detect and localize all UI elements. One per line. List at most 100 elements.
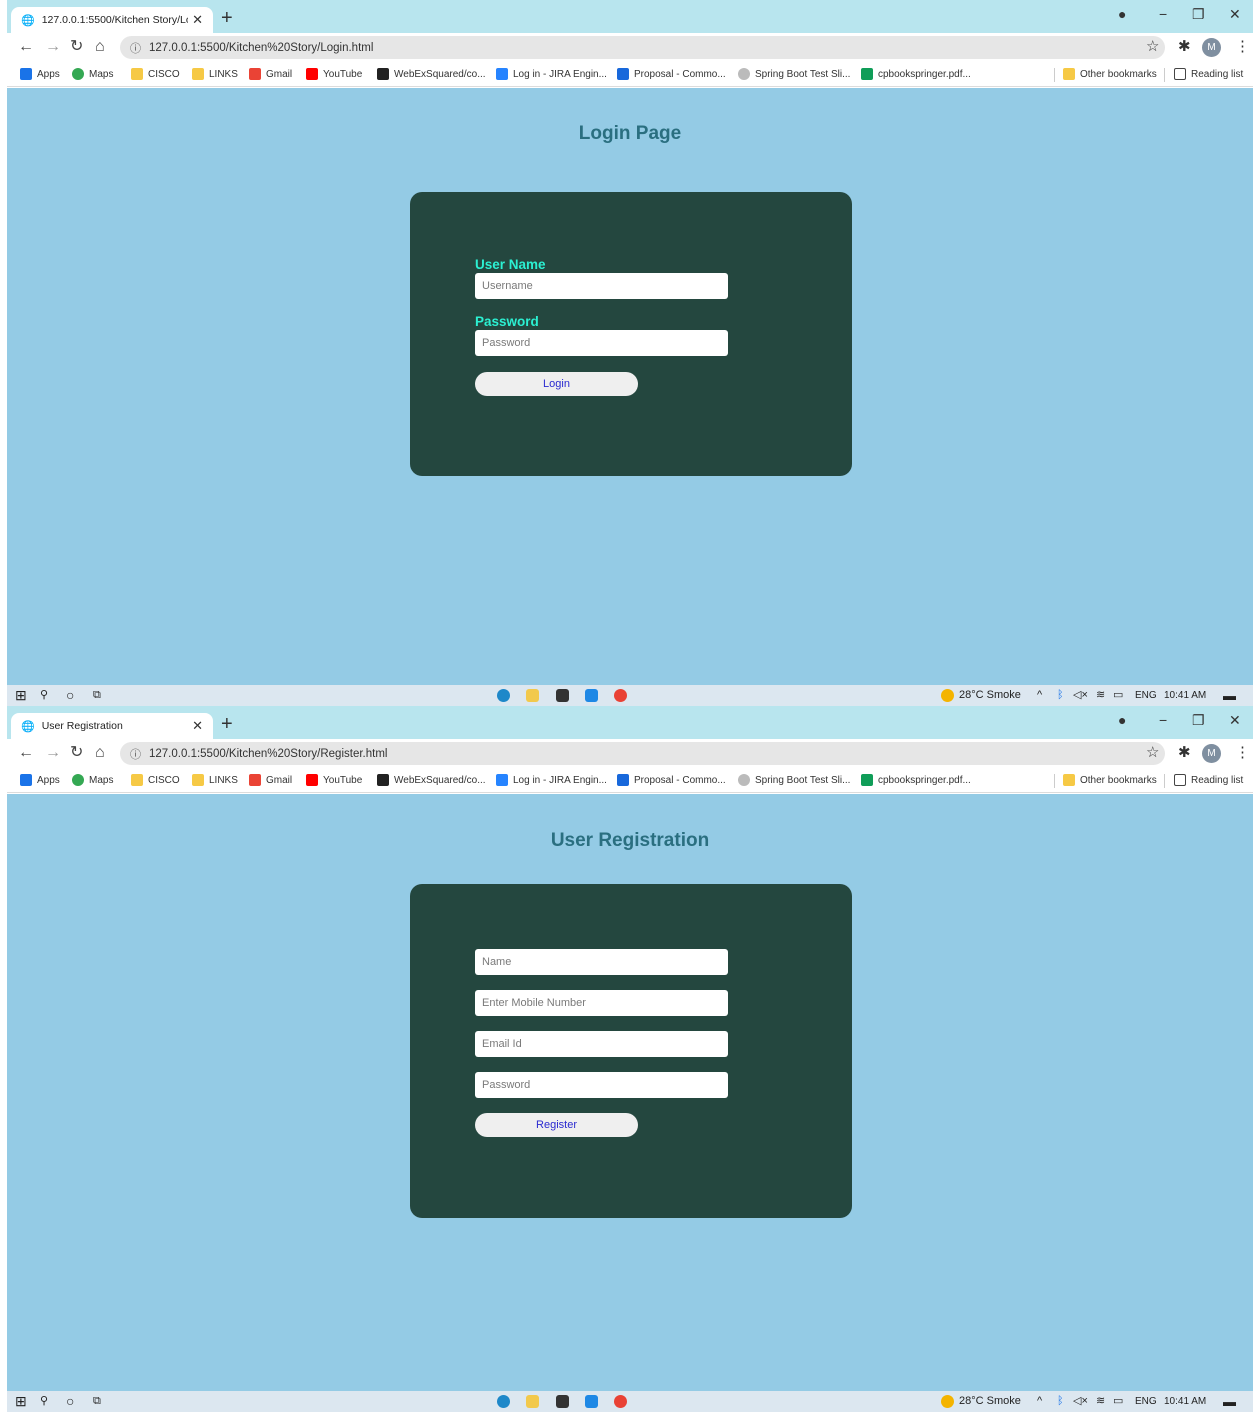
- file-explorer-icon[interactable]: [526, 1395, 539, 1408]
- restore-icon[interactable]: ❐: [1192, 6, 1205, 23]
- bluetooth-icon[interactable]: ᛒ: [1057, 687, 1064, 704]
- info-icon[interactable]: ⓘ: [130, 746, 141, 762]
- profile-indicator-icon[interactable]: ●: [1118, 6, 1126, 22]
- file-explorer-icon[interactable]: [526, 689, 539, 702]
- close-tab-icon[interactable]: ✕: [192, 12, 203, 28]
- bookmark-cisco[interactable]: CISCO: [131, 774, 180, 786]
- reload-icon[interactable]: ↻: [70, 743, 83, 763]
- bookmark-gmail[interactable]: Gmail: [249, 774, 292, 786]
- notification-icon[interactable]: ▬: [1223, 1393, 1236, 1410]
- extensions-icon[interactable]: ✱: [1178, 37, 1191, 55]
- forward-icon[interactable]: →: [45, 37, 61, 57]
- close-window-icon[interactable]: ✕: [1229, 6, 1241, 23]
- chrome-icon[interactable]: [614, 1395, 627, 1408]
- bookmark-reading-list[interactable]: Reading list: [1174, 68, 1243, 80]
- language-indicator[interactable]: ENG: [1135, 687, 1157, 704]
- bookmark-cpbook[interactable]: cpbookspringer.pdf...: [861, 774, 971, 786]
- address-bar[interactable]: ⓘ 127.0.0.1:5500/Kitchen%20Story/Login.h…: [120, 36, 1165, 59]
- bookmark-spring[interactable]: Spring Boot Test Sli...: [738, 774, 850, 786]
- bookmark-maps[interactable]: Maps: [72, 774, 113, 786]
- bookmark-cpbook[interactable]: cpbookspringer.pdf...: [861, 68, 971, 80]
- battery-icon[interactable]: ▭: [1113, 687, 1123, 704]
- forward-icon[interactable]: →: [45, 743, 61, 763]
- browser-tab[interactable]: 🌐 User Registration ✕: [11, 713, 213, 739]
- browser-tab[interactable]: 🌐 127.0.0.1:5500/Kitchen Story/Log ✕: [11, 7, 213, 33]
- extensions-icon[interactable]: ✱: [1178, 743, 1191, 761]
- bookmark-spring[interactable]: Spring Boot Test Sli...: [738, 68, 850, 80]
- bookmark-proposal[interactable]: Proposal - Commo...: [617, 774, 726, 786]
- task-view-icon[interactable]: ⧉: [93, 687, 101, 704]
- menu-icon[interactable]: ⋮: [1235, 37, 1250, 55]
- bookmark-links[interactable]: LINKS: [192, 774, 238, 786]
- bookmark-proposal[interactable]: Proposal - Commo...: [617, 68, 726, 80]
- bookmark-webex[interactable]: WebExSquared/co...: [377, 774, 486, 786]
- password-input[interactable]: [475, 330, 728, 356]
- avatar[interactable]: M: [1202, 38, 1221, 57]
- cortana-icon[interactable]: ○: [66, 687, 74, 704]
- close-window-icon[interactable]: ✕: [1229, 712, 1241, 729]
- wifi-icon[interactable]: ≋: [1096, 687, 1105, 704]
- wifi-icon[interactable]: ≋: [1096, 1393, 1105, 1410]
- bookmark-youtube[interactable]: YouTube: [306, 774, 362, 786]
- vscode-icon[interactable]: [585, 1395, 598, 1408]
- info-icon[interactable]: ⓘ: [130, 40, 141, 56]
- bookmark-jira[interactable]: Log in - JIRA Engin...: [496, 68, 607, 80]
- username-input[interactable]: [475, 273, 728, 299]
- close-tab-icon[interactable]: ✕: [192, 718, 203, 734]
- clock[interactable]: 10:41 AM: [1164, 687, 1206, 704]
- bookmark-star-icon[interactable]: ☆: [1146, 37, 1159, 55]
- bookmark-webex[interactable]: WebExSquared/co...: [377, 68, 486, 80]
- reload-icon[interactable]: ↻: [70, 37, 83, 57]
- notification-icon[interactable]: ▬: [1223, 687, 1236, 704]
- new-tab-icon[interactable]: +: [221, 714, 233, 734]
- name-input[interactable]: [475, 949, 728, 975]
- bookmark-other[interactable]: Other bookmarks: [1063, 68, 1157, 80]
- restore-icon[interactable]: ❐: [1192, 712, 1205, 729]
- home-icon[interactable]: ⌂: [95, 743, 105, 763]
- store-icon[interactable]: [556, 1395, 569, 1408]
- password-input[interactable]: [475, 1072, 728, 1098]
- windows-start-icon[interactable]: ⊞: [15, 1393, 27, 1410]
- tray-chevron-icon[interactable]: ^: [1037, 687, 1042, 704]
- login-button[interactable]: Login: [475, 372, 638, 396]
- weather-text[interactable]: 28°C Smoke: [959, 1393, 1021, 1410]
- profile-indicator-icon[interactable]: ●: [1118, 712, 1126, 728]
- email-input[interactable]: [475, 1031, 728, 1057]
- battery-icon[interactable]: ▭: [1113, 1393, 1123, 1410]
- home-icon[interactable]: ⌂: [95, 37, 105, 57]
- minimize-icon[interactable]: −: [1159, 6, 1167, 22]
- bookmark-star-icon[interactable]: ☆: [1146, 743, 1159, 761]
- bookmark-links[interactable]: LINKS: [192, 68, 238, 80]
- bookmark-apps[interactable]: Apps: [20, 774, 60, 786]
- search-icon[interactable]: ⚲: [40, 1393, 48, 1410]
- edge-icon[interactable]: [497, 689, 510, 702]
- windows-start-icon[interactable]: ⊞: [15, 687, 27, 704]
- vscode-icon[interactable]: [585, 689, 598, 702]
- chrome-icon[interactable]: [614, 689, 627, 702]
- bookmark-apps[interactable]: Apps: [20, 68, 60, 80]
- back-icon[interactable]: ←: [18, 37, 34, 57]
- mobile-number-input[interactable]: [475, 990, 728, 1016]
- minimize-icon[interactable]: −: [1159, 712, 1167, 728]
- address-bar[interactable]: ⓘ 127.0.0.1:5500/Kitchen%20Story/Registe…: [120, 742, 1165, 765]
- weather-text[interactable]: 28°C Smoke: [959, 687, 1021, 704]
- task-view-icon[interactable]: ⧉: [93, 1393, 101, 1410]
- search-icon[interactable]: ⚲: [40, 687, 48, 704]
- tray-chevron-icon[interactable]: ^: [1037, 1393, 1042, 1410]
- bookmark-reading-list[interactable]: Reading list: [1174, 774, 1243, 786]
- clock[interactable]: 10:41 AM: [1164, 1393, 1206, 1410]
- back-icon[interactable]: ←: [18, 743, 34, 763]
- bookmark-maps[interactable]: Maps: [72, 68, 113, 80]
- bookmark-cisco[interactable]: CISCO: [131, 68, 180, 80]
- bluetooth-icon[interactable]: ᛒ: [1057, 1393, 1064, 1410]
- edge-icon[interactable]: [497, 1395, 510, 1408]
- avatar[interactable]: M: [1202, 744, 1221, 763]
- bookmark-jira[interactable]: Log in - JIRA Engin...: [496, 774, 607, 786]
- store-icon[interactable]: [556, 689, 569, 702]
- bookmark-other[interactable]: Other bookmarks: [1063, 774, 1157, 786]
- menu-icon[interactable]: ⋮: [1235, 743, 1250, 761]
- bookmark-youtube[interactable]: YouTube: [306, 68, 362, 80]
- register-button[interactable]: Register: [475, 1113, 638, 1137]
- bookmark-gmail[interactable]: Gmail: [249, 68, 292, 80]
- cortana-icon[interactable]: ○: [66, 1393, 74, 1410]
